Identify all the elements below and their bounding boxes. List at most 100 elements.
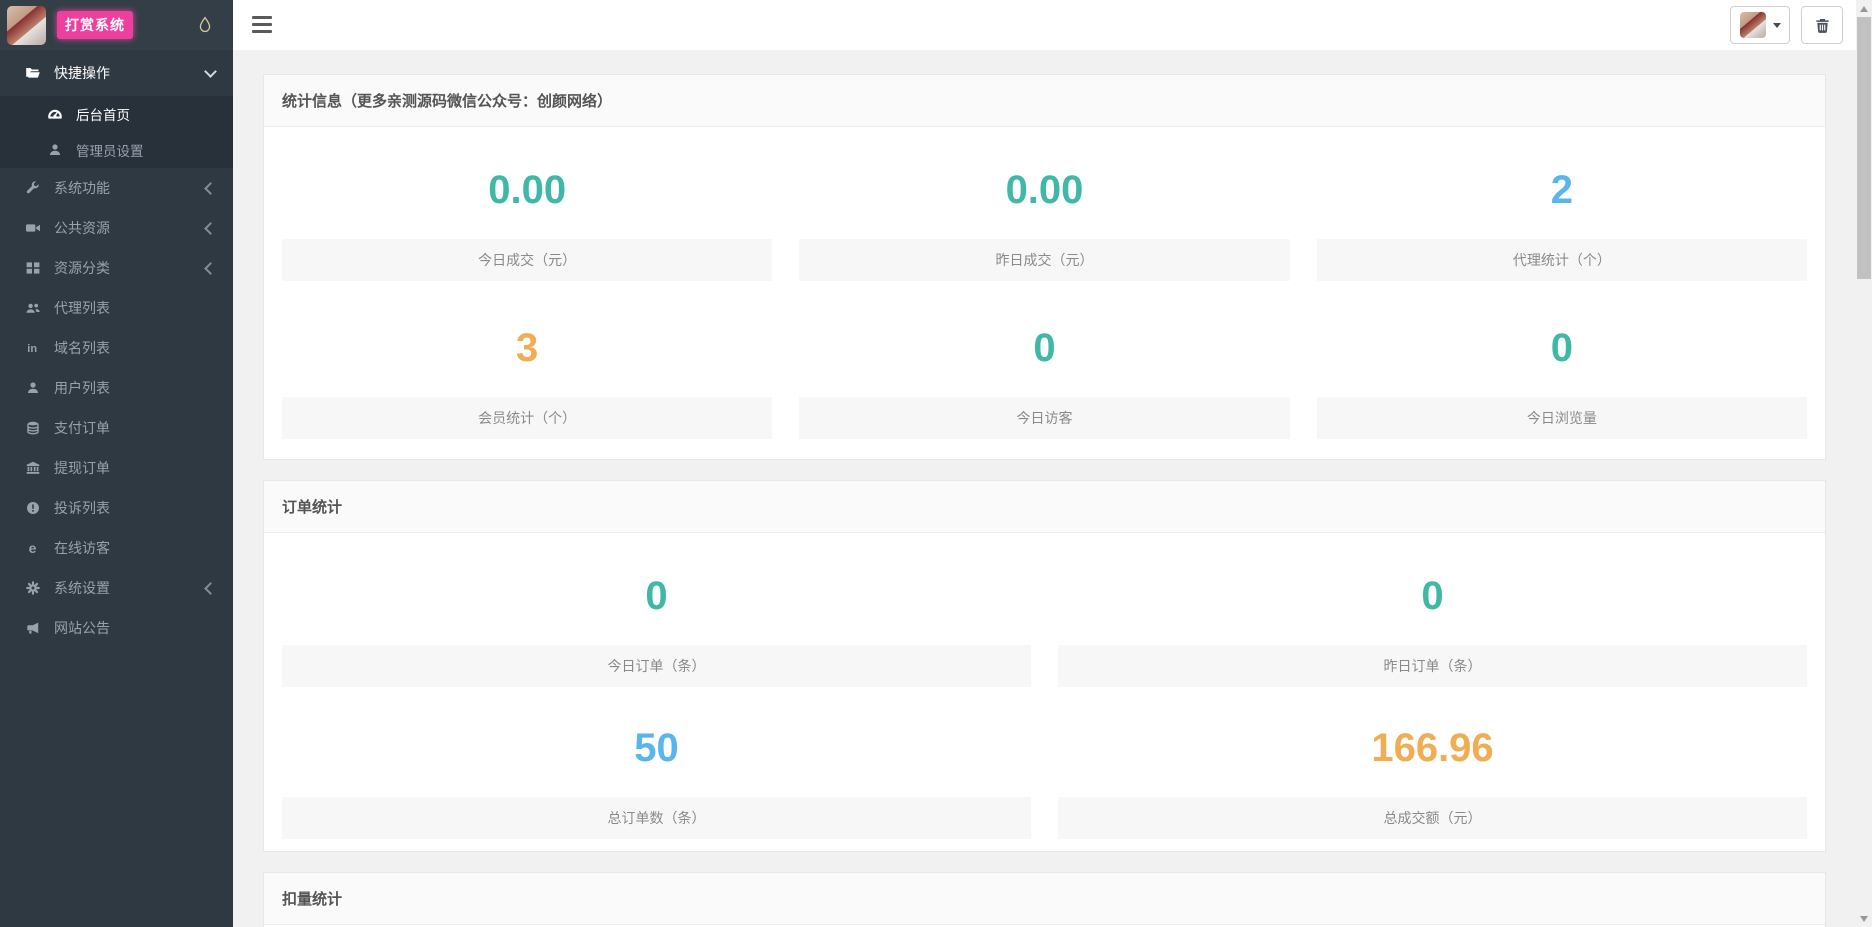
- sidebar-item-site-announcement[interactable]: 网站公告: [0, 608, 233, 648]
- sidebar-item-online-visitors[interactable]: e 在线访客: [0, 528, 233, 568]
- stats-grid: 0.00 今日成交（元） 0.00 昨日成交（元） 2 代理统计（个）: [282, 153, 1807, 439]
- chevron-icon: [204, 262, 217, 275]
- card-order-stats: 订单统计 0 今日订单（条） 0 昨日订单（条） 50: [263, 480, 1826, 852]
- sidebar-item-label: 域名列表: [54, 338, 110, 358]
- main-content: 统计信息（更多亲测源码微信公众号：创颜网络） 0.00 今日成交（元） 0.00…: [233, 50, 1856, 927]
- stat-cell: 166.96 总成交额（元）: [1058, 711, 1807, 839]
- sidebar-item-label: 投诉列表: [54, 498, 110, 518]
- sidebar-item-label: 快捷操作: [54, 63, 110, 83]
- card-stats-info-title: 统计信息（更多亲测源码微信公众号：创颜网络）: [264, 75, 1825, 127]
- page-scrollbar[interactable]: [1856, 0, 1872, 927]
- stat-value: 0: [1058, 573, 1807, 619]
- sidebar-item-label: 提现订单: [54, 458, 110, 478]
- top-header: [233, 0, 1856, 50]
- visitor-e-icon: e: [24, 540, 41, 556]
- card-stats-info: 统计信息（更多亲测源码微信公众号：创颜网络） 0.00 今日成交（元） 0.00…: [263, 74, 1826, 460]
- scrollbar-thumb[interactable]: [1857, 17, 1871, 279]
- stat-cell: 0 今日浏览量: [1317, 311, 1807, 439]
- sidebar-item-system-functions[interactable]: 系统功能: [0, 168, 233, 208]
- card-order-stats-title: 订单统计: [264, 481, 1825, 533]
- stat-value: 0: [799, 325, 1289, 371]
- stat-value: 0: [1317, 325, 1807, 371]
- trash-icon: [1814, 17, 1831, 34]
- sidebar-item-system-settings[interactable]: 系统设置: [0, 568, 233, 608]
- stat-label: 会员统计（个）: [282, 397, 772, 439]
- user-icon: [46, 142, 63, 158]
- sidebar-item-resource-categories[interactable]: 资源分类: [0, 248, 233, 288]
- stat-cell: 50 总订单数（条）: [282, 711, 1031, 839]
- stat-value: 0.00: [282, 167, 772, 213]
- stat-label: 今日订单（条）: [282, 645, 1031, 687]
- sidebar-item-label: 系统设置: [54, 578, 110, 598]
- sidebar-item-quick-actions[interactable]: 快捷操作: [0, 50, 233, 96]
- sidebar-nav: 快捷操作 后台首页 管理员设置 系统功能: [0, 50, 233, 648]
- svg-text:in: in: [27, 343, 37, 355]
- sidebar-item-admin-settings[interactable]: 管理员设置: [0, 132, 233, 168]
- sidebar-item-user-list[interactable]: 用户列表: [0, 368, 233, 408]
- sidebar-item-agent-list[interactable]: 代理列表: [0, 288, 233, 328]
- sidebar-item-public-resources[interactable]: 公共资源: [0, 208, 233, 248]
- stat-value: 3: [282, 325, 772, 371]
- avatar: [1740, 12, 1766, 38]
- grid-icon: [24, 260, 41, 276]
- card-order-stats-body: 0 今日订单（条） 0 昨日订单（条） 50 总订单数（条） 166.: [264, 533, 1825, 851]
- svg-text:e: e: [28, 540, 36, 556]
- stat-cell: 0.00 今日成交（元）: [282, 153, 772, 281]
- dashboard-icon: [46, 106, 63, 122]
- bank-icon: [24, 460, 41, 476]
- chevron-icon: [204, 65, 217, 78]
- stat-cell: 2 代理统计（个）: [1317, 153, 1807, 281]
- trash-button[interactable]: [1801, 6, 1843, 44]
- stat-cell: 0 昨日订单（条）: [1058, 559, 1807, 687]
- sidebar-item-label: 公共资源: [54, 218, 110, 238]
- stat-value: 50: [282, 725, 1031, 771]
- wrench-icon: [24, 180, 41, 196]
- video-icon: [24, 220, 41, 236]
- brand-bar: 打赏系统: [0, 0, 233, 50]
- sidebar-item-complaint-list[interactable]: 投诉列表: [0, 488, 233, 528]
- hamburger-icon[interactable]: [252, 16, 272, 33]
- sidebar-item-label: 在线访客: [54, 538, 110, 558]
- sidebar-item-withdraw-orders[interactable]: 提现订单: [0, 448, 233, 488]
- folder-open-icon: [24, 65, 41, 81]
- stat-label: 昨日订单（条）: [1058, 645, 1807, 687]
- brand-title: 打赏系统: [57, 11, 133, 39]
- card-deduction-stats-title: 扣量统计: [264, 873, 1825, 925]
- card-deduction-stats: 扣量统计: [263, 872, 1826, 927]
- droplet-icon: [197, 16, 213, 34]
- sidebar-item-dashboard-home[interactable]: 后台首页: [0, 96, 233, 132]
- sidebar-item-label: 用户列表: [54, 378, 110, 398]
- chevron-icon: [204, 222, 217, 235]
- sidebar-item-label: 系统功能: [54, 178, 110, 198]
- linkedin-icon: in: [24, 340, 41, 356]
- stat-cell: 0 今日订单（条）: [282, 559, 1031, 687]
- stat-label: 代理统计（个）: [1317, 239, 1807, 281]
- stat-cell: 0.00 昨日成交（元）: [799, 153, 1289, 281]
- card-stats-info-body: 0.00 今日成交（元） 0.00 昨日成交（元） 2 代理统计（个）: [264, 127, 1825, 459]
- sidebar-item-label: 资源分类: [54, 258, 110, 278]
- bullhorn-icon: [24, 620, 41, 636]
- scrollbar-down-arrow[interactable]: [1856, 910, 1872, 927]
- stat-label: 总成交额（元）: [1058, 797, 1807, 839]
- sidebar-item-payment-orders[interactable]: 支付订单: [0, 408, 233, 448]
- stat-cell: 3 会员统计（个）: [282, 311, 772, 439]
- stat-cell: 0 今日访客: [799, 311, 1289, 439]
- stat-label: 总订单数（条）: [282, 797, 1031, 839]
- sidebar: 打赏系统 快捷操作 后台首页 管理员设置: [0, 0, 233, 927]
- sidebar-item-label: 后台首页: [76, 104, 130, 124]
- sidebar-item-label: 管理员设置: [76, 140, 144, 160]
- orders-grid: 0 今日订单（条） 0 昨日订单（条） 50 总订单数（条） 166.: [282, 559, 1807, 839]
- stat-label: 今日成交（元）: [282, 239, 772, 281]
- database-icon: [24, 420, 41, 436]
- sidebar-item-label: 代理列表: [54, 298, 110, 318]
- brand-avatar: [7, 6, 46, 45]
- chevron-icon: [204, 182, 217, 195]
- stat-value: 0: [282, 573, 1031, 619]
- scrollbar-up-arrow[interactable]: [1856, 0, 1872, 17]
- sidebar-item-domain-list[interactable]: in 域名列表: [0, 328, 233, 368]
- users-icon: [24, 300, 41, 316]
- user-dropdown-button[interactable]: [1730, 6, 1790, 44]
- stat-value: 2: [1317, 167, 1807, 213]
- gear-icon: [24, 580, 41, 596]
- sidebar-item-label: 网站公告: [54, 618, 110, 638]
